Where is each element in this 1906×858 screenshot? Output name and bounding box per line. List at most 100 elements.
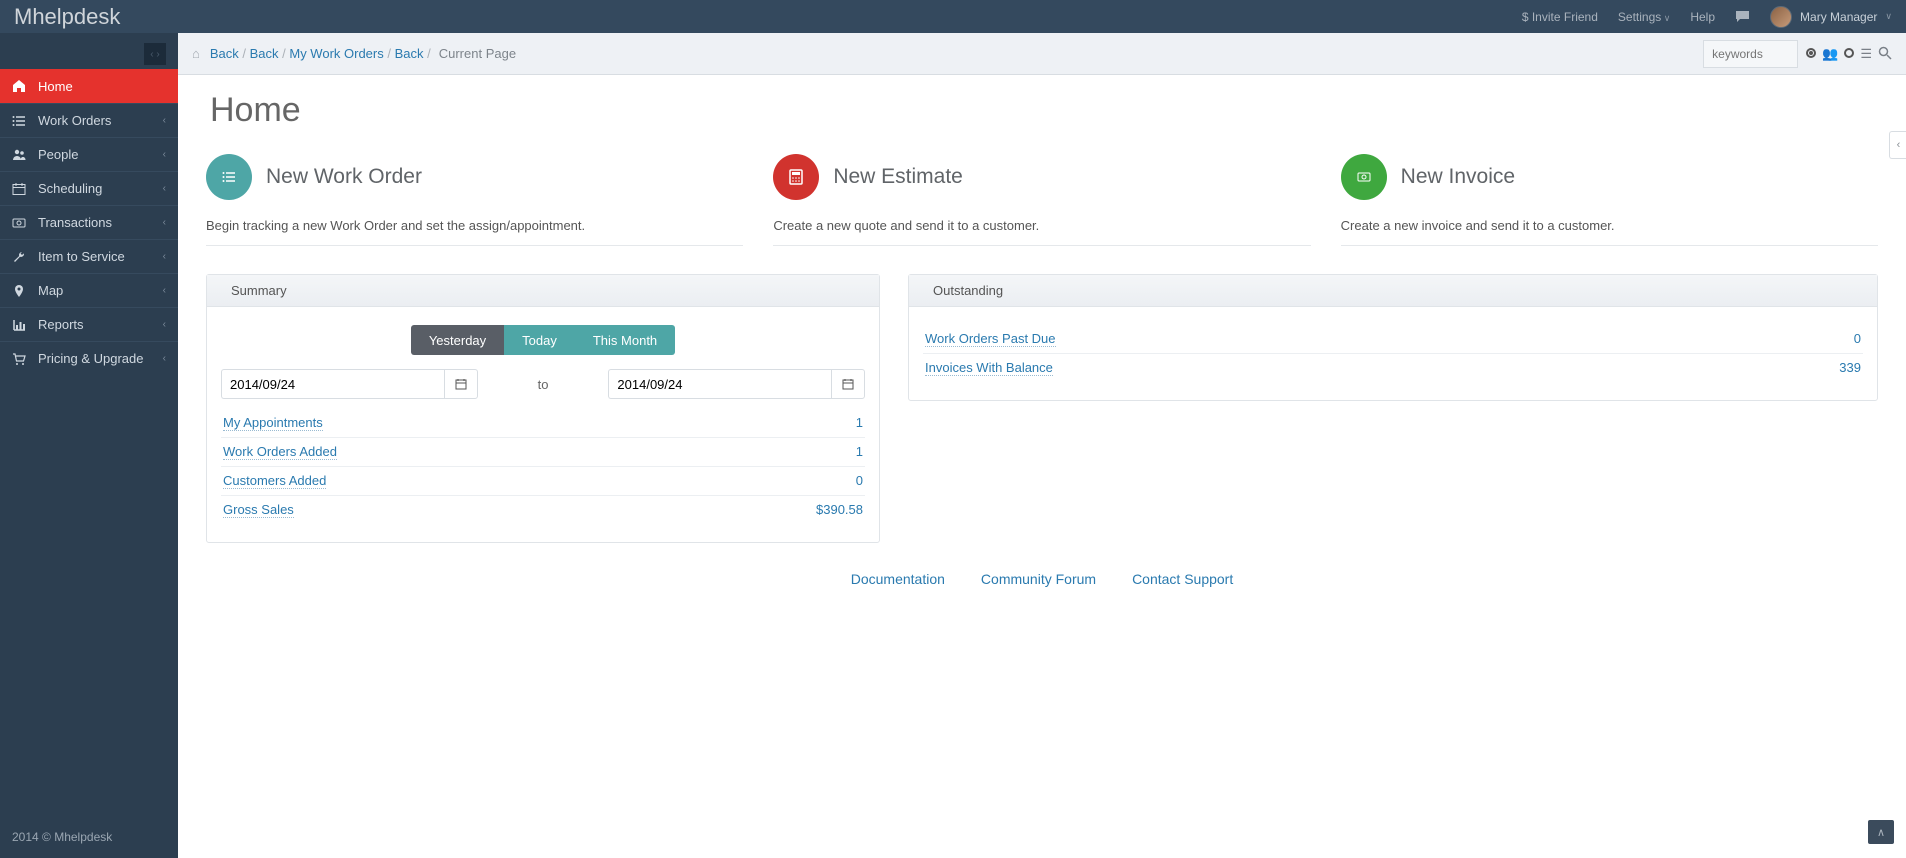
breadcrumb-link[interactable]: Back <box>210 46 239 61</box>
invite-friend-link[interactable]: $ Invite Friend <box>1522 10 1598 24</box>
footer-link-community-forum[interactable]: Community Forum <box>981 571 1096 587</box>
range-btn-today[interactable]: Today <box>504 325 575 355</box>
sidebar-item-reports[interactable]: Reports‹ <box>0 307 178 341</box>
right-panel-toggle[interactable]: ‹ <box>1889 131 1906 159</box>
breadcrumb-link[interactable]: Back <box>250 46 279 61</box>
date-to-label: to <box>478 377 609 392</box>
stat-label[interactable]: Customers Added <box>223 473 326 489</box>
page-title: Home <box>210 91 1878 130</box>
calc-icon <box>773 154 819 200</box>
footer-link-contact-support[interactable]: Contact Support <box>1132 571 1233 587</box>
user-menu[interactable]: Mary Manager ∨ <box>1770 6 1892 28</box>
sidebar-item-label: Reports <box>38 317 163 332</box>
stat-row: Customers Added 0 <box>221 467 865 496</box>
scroll-to-top[interactable]: ∧ <box>1868 820 1894 844</box>
date-to-input[interactable] <box>608 369 831 399</box>
stat-label[interactable]: Gross Sales <box>223 502 294 518</box>
home-icon: ⌂ <box>192 46 200 61</box>
date-from-picker-icon[interactable] <box>444 369 478 399</box>
card-new-work-order[interactable]: New Work OrderBegin tracking a new Work … <box>206 154 743 246</box>
sidebar-item-label: People <box>38 147 163 162</box>
chevron-left-icon: ‹ <box>163 353 166 364</box>
stat-label[interactable]: Work Orders Past Due <box>925 331 1056 347</box>
chevron-left-icon: ‹ <box>163 319 166 330</box>
money-icon <box>12 216 30 230</box>
sidebar-item-label: Scheduling <box>38 181 163 196</box>
sidebar-item-label: Pricing & Upgrade <box>38 351 163 366</box>
main: ⌂ Back / Back / My Work Orders / Back / … <box>178 33 1906 858</box>
stat-value: 339 <box>1839 360 1861 376</box>
pin-icon <box>12 284 30 298</box>
stat-value: 0 <box>856 473 863 489</box>
sidebar-item-item-to-service[interactable]: Item to Service‹ <box>0 239 178 273</box>
sidebar-item-people[interactable]: People‹ <box>0 137 178 171</box>
date-to-picker-icon[interactable] <box>831 369 865 399</box>
sidebar-collapse-toggle[interactable]: ‹ › <box>144 43 166 65</box>
chevron-left-icon: ‹ <box>163 285 166 296</box>
sidebar-item-work-orders[interactable]: Work Orders‹ <box>0 103 178 137</box>
content: ‹ Home New Work OrderBegin tracking a ne… <box>178 75 1906 858</box>
range-btn-this-month[interactable]: This Month <box>575 325 675 355</box>
stat-value: 0 <box>1854 331 1861 347</box>
filter-radio-2[interactable] <box>1844 46 1854 62</box>
wrench-icon <box>12 250 30 264</box>
filter-people-icon[interactable]: 👥 <box>1822 46 1838 62</box>
stat-row: Invoices With Balance 339 <box>923 354 1863 382</box>
card-new-estimate[interactable]: New Estimate Create a new quote and send … <box>773 154 1310 246</box>
card-title: New Estimate <box>833 165 963 189</box>
stat-value: 1 <box>856 415 863 431</box>
breadcrumb-link[interactable]: My Work Orders <box>289 46 383 61</box>
footer-link-documentation[interactable]: Documentation <box>851 571 945 587</box>
search-input[interactable] <box>1703 40 1798 68</box>
sidebar-item-scheduling[interactable]: Scheduling‹ <box>0 171 178 205</box>
sidebar-item-pricing-upgrade[interactable]: Pricing & Upgrade‹ <box>0 341 178 375</box>
sidebar-item-label: Home <box>38 79 166 94</box>
search-filters: 👥 ☰ <box>1806 46 1892 62</box>
search-icon[interactable] <box>1878 46 1892 62</box>
card-desc: Begin tracking a new Work Order and set … <box>206 218 743 246</box>
summary-panel: Summary YesterdayTodayThis Month to <box>206 274 880 543</box>
breadcrumb-bar: ⌂ Back / Back / My Work Orders / Back / … <box>178 33 1906 75</box>
sidebar: ‹ › HomeWork Orders‹People‹Scheduling‹Tr… <box>0 33 178 858</box>
filter-radio-all[interactable] <box>1806 46 1816 62</box>
list-icon <box>12 114 30 128</box>
sidebar-item-transactions[interactable]: Transactions‹ <box>0 205 178 239</box>
outstanding-panel: Outstanding Work Orders Past Due 0 Invoice… <box>908 274 1878 401</box>
card-new-invoice[interactable]: New Invoice Create a new invoice and send… <box>1341 154 1878 246</box>
stat-label[interactable]: Invoices With Balance <box>925 360 1053 376</box>
settings-link[interactable]: Settings ∨ <box>1618 10 1670 24</box>
chevron-left-icon: ‹ <box>163 217 166 228</box>
date-range-buttons: YesterdayTodayThis Month <box>221 325 865 355</box>
brand-logo: Mhelpdesk <box>14 4 120 30</box>
list-icon <box>206 154 252 200</box>
card-title: New Invoice <box>1401 165 1515 189</box>
card-desc: Create a new quote and send it to a cust… <box>773 218 1310 246</box>
stat-row: Work Orders Added1 <box>221 438 865 467</box>
sidebar-item-label: Work Orders <box>38 113 163 128</box>
sidebar-item-home[interactable]: Home <box>0 69 178 103</box>
chevron-left-icon: ‹ <box>163 183 166 194</box>
stat-label[interactable]: My Appointments <box>223 415 323 431</box>
outstanding-header: Outstanding <box>909 275 1877 307</box>
help-link[interactable]: Help <box>1690 10 1715 24</box>
sidebar-item-label: Transactions <box>38 215 163 230</box>
chevron-down-icon: ∨ <box>1885 11 1892 22</box>
card-desc: Create a new invoice and send it to a cu… <box>1341 218 1878 246</box>
date-from-input[interactable] <box>221 369 444 399</box>
chat-icon[interactable] <box>1735 10 1750 23</box>
sidebar-item-map[interactable]: Map‹ <box>0 273 178 307</box>
stat-row: Work Orders Past Due 0 <box>923 325 1863 354</box>
chevron-left-icon: ‹ <box>163 149 166 160</box>
filter-list-icon[interactable]: ☰ <box>1860 46 1872 62</box>
range-btn-yesterday[interactable]: Yesterday <box>411 325 504 355</box>
chart-icon <box>12 318 30 332</box>
stat-row: My Appointments 1 <box>221 409 865 438</box>
people-icon <box>12 148 30 162</box>
sidebar-footer: 2014 © Mhelpdesk <box>0 816 178 858</box>
avatar <box>1770 6 1792 28</box>
breadcrumb-link[interactable]: Back <box>395 46 424 61</box>
stat-label[interactable]: Work Orders Added <box>223 444 337 460</box>
topbar: Mhelpdesk $ Invite Friend Settings ∨ Hel… <box>0 0 1906 33</box>
stat-value: $390.58 <box>816 502 863 518</box>
home-icon <box>12 79 30 93</box>
